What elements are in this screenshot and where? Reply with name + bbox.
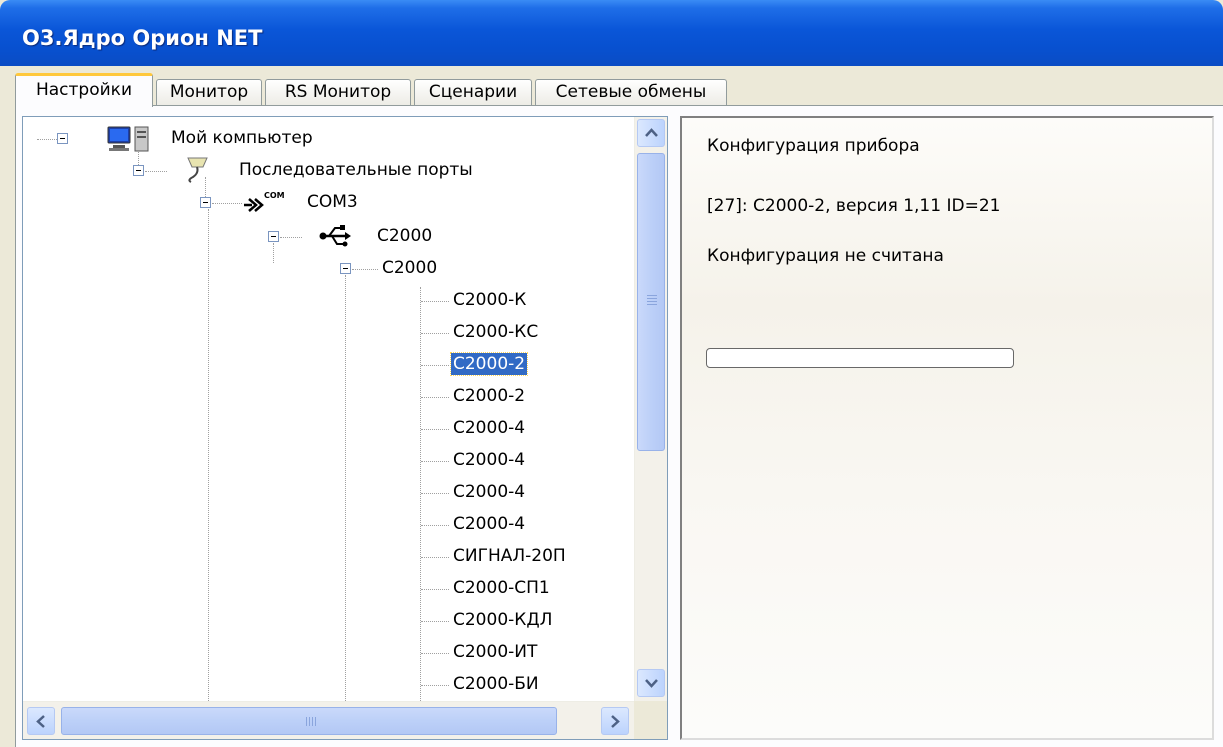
config-heading: Конфигурация прибора [707,136,920,156]
tab-rs-monitor[interactable]: RS Монитор [265,79,411,106]
com-port-icon: COM [244,191,285,212]
scrollbar-corner [634,701,667,739]
collapse-icon[interactable] [57,133,68,144]
tree-connector [352,269,378,270]
computer-icon [107,126,149,152]
chevron-left-icon [36,715,45,728]
device-config-panel: Конфигурация прибора [27]: С2000-2, верс… [680,116,1214,740]
collapse-icon[interactable] [268,231,279,242]
tree-node-device[interactable]: С2000-2 [451,385,527,407]
scroll-up-button[interactable] [637,119,665,147]
tree-connector [421,461,449,462]
tree-connector [421,621,449,622]
tab-settings[interactable]: Настройки [15,73,153,107]
tree-node-device[interactable]: С2000-КДЛ [451,609,554,631]
chevron-right-icon [611,715,620,728]
vertical-scroll-thumb[interactable] [637,153,665,451]
tree-node-device[interactable]: С2000-К [451,289,528,311]
collapse-icon[interactable] [200,197,211,208]
config-status: Конфигурация не считана [707,246,944,266]
tree-connector [421,493,449,494]
tree-connector [421,365,449,366]
device-tree-content: Мой компьютер Последовательные порты COM… [23,117,635,701]
tree-connector [421,685,449,686]
tree-node-device[interactable]: С2000-КС [451,321,540,343]
tree-connector [420,287,421,701]
tree-node-my-computer[interactable]: Мой компьютер [169,127,315,149]
tab-scenarios[interactable]: Сценарии [414,79,532,106]
tree-connector [37,139,57,140]
collapse-icon[interactable] [133,165,144,176]
tab-network-exchanges[interactable]: Сетевые обмены [535,79,727,106]
tree-connector [421,557,449,558]
tree-node-device-selected[interactable]: С2000-2 [449,352,529,376]
scroll-down-button[interactable] [637,669,665,697]
tree-node-device[interactable]: С2000-СП1 [451,577,552,599]
chevron-down-icon [645,679,658,688]
scroll-right-button[interactable] [601,707,629,735]
collapse-icon[interactable] [340,263,351,274]
tab-strip: Настройки Монитор RS Монитор Сценарии Се… [15,72,1223,107]
usb-icon [319,225,351,247]
tree-connector [280,237,302,238]
tab-monitor[interactable]: Монитор [156,79,262,106]
tree-connector [421,301,449,302]
config-progress-bar [706,348,1014,368]
tree-node-c2000-usb[interactable]: С2000 [375,225,434,247]
tree-connector [421,589,449,590]
window-title: О3.Ядро Орион NET [22,26,263,50]
tree-node-c2000[interactable]: С2000 [380,257,439,279]
tree-node-device[interactable]: С2000-ИТ [451,641,539,663]
tree-vertical-scrollbar[interactable] [634,117,667,701]
tree-node-device[interactable]: С2000-4 [451,513,527,535]
scroll-left-button[interactable] [27,707,55,735]
tree-node-serial-ports[interactable]: Последовательные порты [237,159,475,181]
device-info-line: [27]: С2000-2, версия 1,11 ID=21 [707,196,1001,216]
tree-connector [421,525,449,526]
horizontal-scroll-thumb[interactable] [61,707,557,735]
tree-node-device[interactable]: С2000-4 [451,481,527,503]
tree-node-device[interactable]: С2000-4 [451,417,527,439]
chevron-up-icon [645,128,658,137]
tree-node-com3[interactable]: COM3 [305,191,360,213]
tree-connector [208,209,209,701]
tree-node-device[interactable]: СИГНАЛ-20П [451,545,568,567]
tree-connector [421,397,449,398]
tree-horizontal-scrollbar[interactable] [23,701,635,739]
tree-connector [421,653,449,654]
tree-connector [145,171,167,172]
serial-port-icon [187,157,208,183]
tree-connector [345,275,346,701]
tree-connector [421,429,449,430]
tree-node-device[interactable]: С2000-4 [451,449,527,471]
device-tree[interactable]: Мой компьютер Последовательные порты COM… [22,116,668,740]
tree-connector [421,333,449,334]
tree-connector [212,203,242,204]
tree-node-device[interactable]: С2000-БИ [451,673,541,695]
tree-connector [273,243,274,263]
window-titlebar[interactable]: О3.Ядро Орион NET [0,0,1223,66]
com-badge: COM [264,191,285,200]
